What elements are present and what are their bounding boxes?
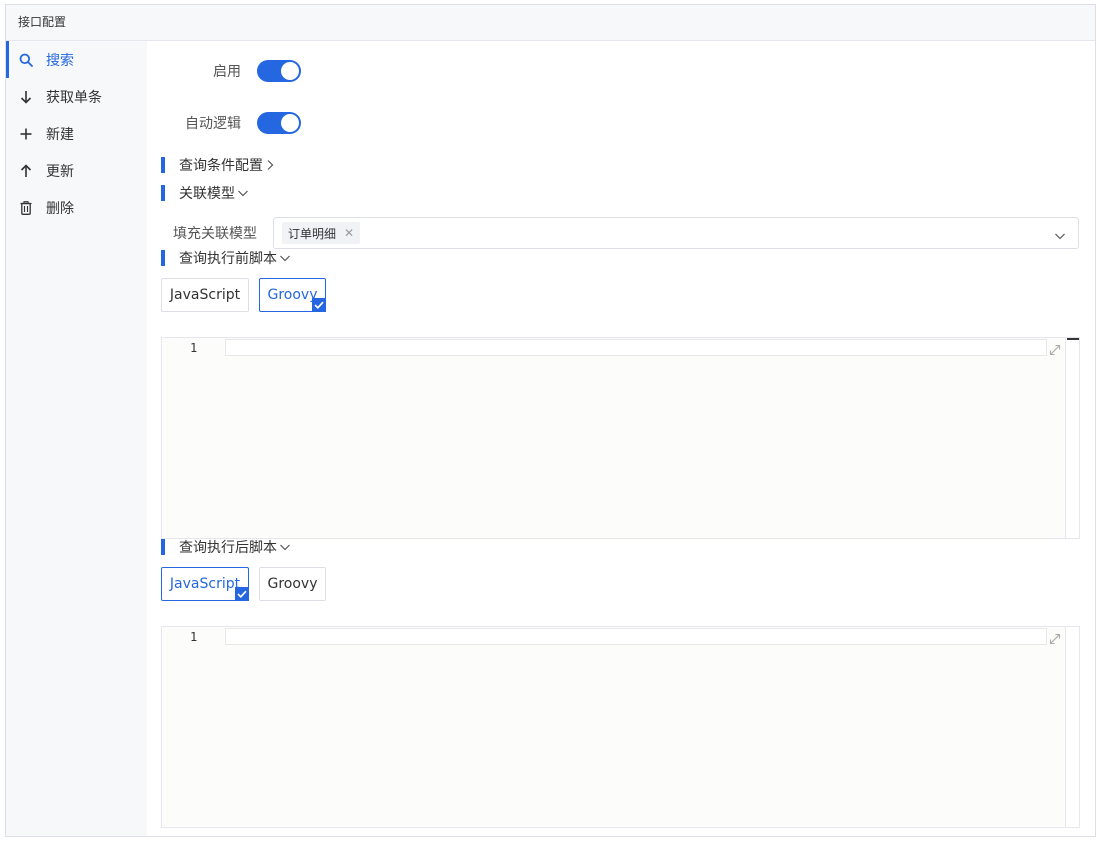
chevron-down-icon <box>279 253 291 263</box>
model-tag: 订单明细 ✕ <box>282 222 361 244</box>
main-content: 启用 自动逻辑 查询条件配置 关联模型 填充关联模型 订单明细 ✕ 查询执行前脚… <box>147 41 1095 836</box>
sidebar-item-search[interactable]: 搜索 <box>6 41 147 78</box>
trash-icon <box>6 200 46 215</box>
plus-icon <box>6 128 46 140</box>
fill-model-select[interactable]: 订单明细 ✕ <box>273 217 1079 249</box>
checkmark-icon <box>235 587 249 601</box>
current-line[interactable] <box>225 339 1047 356</box>
sidebar-item-delete[interactable]: 删除 <box>6 189 147 226</box>
line-number: 1 <box>190 341 198 355</box>
expand-icon[interactable] <box>1049 341 1061 360</box>
before-lang-javascript[interactable]: JavaScript <box>161 278 249 312</box>
auto-logic-label: 自动逻辑 <box>185 116 241 132</box>
section-marker <box>161 539 165 555</box>
sidebar-item-label: 更新 <box>46 163 74 180</box>
sidebar-item-label: 获取单条 <box>46 89 102 106</box>
section-after-script[interactable]: 查询执行后脚本 <box>161 539 291 556</box>
sidebar-item-label: 删除 <box>46 200 74 217</box>
sidebar: 搜索 获取单条 新建 更新 删除 <box>6 41 147 836</box>
fill-model-row: 填充关联模型 订单明细 ✕ <box>161 217 1079 249</box>
scrollbar-thumb[interactable] <box>1067 338 1079 340</box>
lang-label: Groovy <box>267 287 318 303</box>
toggle-knob <box>281 114 299 132</box>
line-number: 1 <box>190 630 198 644</box>
sidebar-item-create[interactable]: 新建 <box>6 115 147 152</box>
after-lang-groovy[interactable]: Groovy <box>259 567 326 601</box>
section-before-script[interactable]: 查询执行前脚本 <box>161 250 291 267</box>
section-related-model[interactable]: 关联模型 <box>161 185 249 202</box>
lang-label: JavaScript <box>169 576 241 592</box>
sidebar-item-update[interactable]: 更新 <box>6 152 147 189</box>
editor-scrollbar[interactable] <box>1065 627 1079 827</box>
sidebar-item-label: 搜索 <box>46 52 74 69</box>
section-marker <box>161 185 165 201</box>
current-line[interactable] <box>225 628 1047 645</box>
toggle-knob <box>281 62 299 80</box>
section-marker <box>161 250 165 266</box>
chevron-down-icon <box>279 542 291 552</box>
enable-label: 启用 <box>213 64 241 80</box>
section-title: 查询条件配置 <box>179 158 263 174</box>
after-lang-javascript[interactable]: JavaScript <box>161 567 249 601</box>
before-script-editor[interactable]: 1 <box>161 337 1080 539</box>
enable-row: 启用 <box>147 60 301 82</box>
sidebar-item-label: 新建 <box>46 126 74 143</box>
editor-scrollbar[interactable] <box>1065 338 1079 538</box>
arrow-up-icon <box>6 163 46 178</box>
fill-model-label: 填充关联模型 <box>173 226 257 242</box>
enable-toggle[interactable] <box>257 60 301 82</box>
section-marker <box>161 157 165 173</box>
search-icon <box>6 53 46 67</box>
sidebar-item-get-one[interactable]: 获取单条 <box>6 78 147 115</box>
auto-logic-toggle[interactable] <box>257 112 301 134</box>
section-title: 查询执行后脚本 <box>179 540 277 556</box>
section-query-conditions[interactable]: 查询条件配置 <box>161 157 275 174</box>
chevron-down-icon[interactable] <box>1054 227 1066 246</box>
after-script-editor[interactable]: 1 <box>161 626 1080 828</box>
checkmark-icon <box>312 298 326 312</box>
before-lang-groovy[interactable]: Groovy <box>259 278 326 312</box>
interface-config-panel: 接口配置 搜索 获取单条 新建 更新 删除 启用 自动逻辑 查询条件配置 关联模… <box>5 4 1096 837</box>
lang-label: Groovy <box>267 576 318 592</box>
section-title: 查询执行前脚本 <box>179 251 277 267</box>
model-tag-label: 订单明细 <box>288 226 337 241</box>
lang-label: JavaScript <box>169 287 241 303</box>
panel-title: 接口配置 <box>6 5 1095 41</box>
expand-icon[interactable] <box>1049 630 1061 649</box>
section-title: 关联模型 <box>179 186 235 202</box>
close-icon[interactable]: ✕ <box>344 226 354 240</box>
chevron-right-icon <box>265 159 275 171</box>
auto-logic-row: 自动逻辑 <box>147 112 301 134</box>
chevron-down-icon <box>237 188 249 198</box>
arrow-down-icon <box>6 90 46 104</box>
